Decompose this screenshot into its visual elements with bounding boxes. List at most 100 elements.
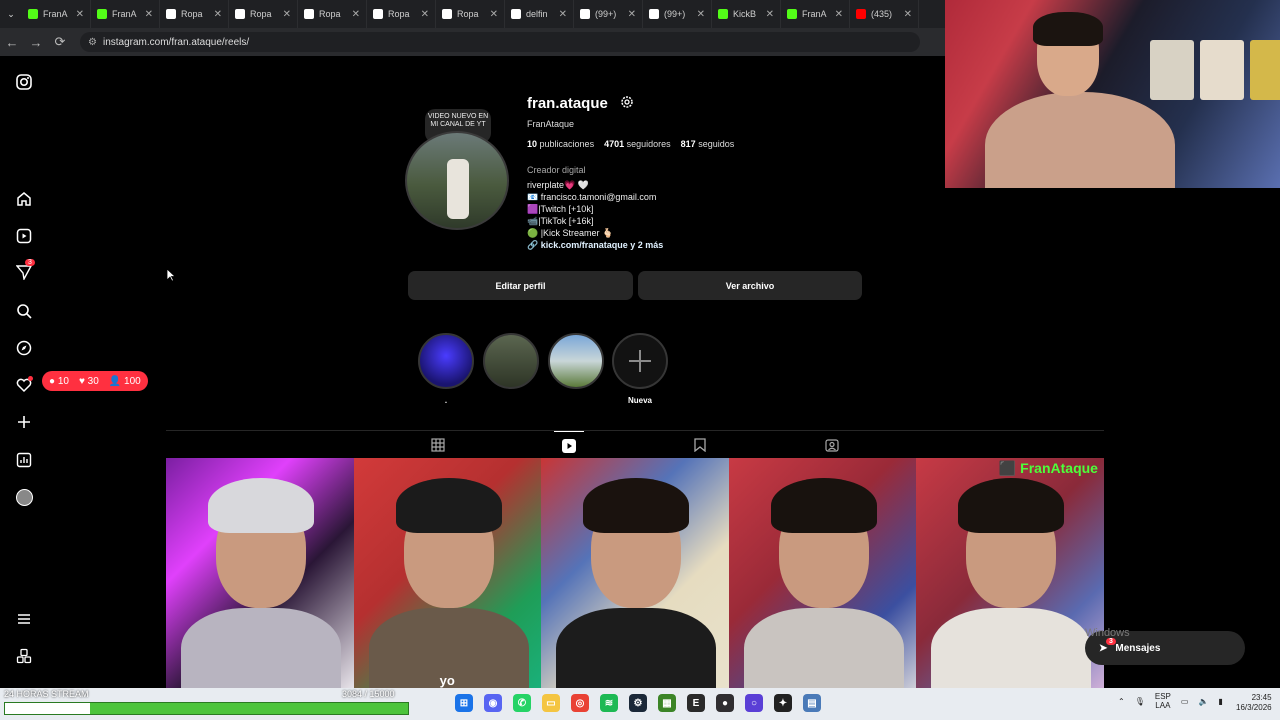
windows-start-icon[interactable]: ⊞ <box>455 694 473 712</box>
browser-tab[interactable]: (99+) ✕ <box>574 0 643 28</box>
search-icon[interactable] <box>14 301 34 321</box>
reel-subject <box>181 608 341 688</box>
browser-tab[interactable]: (99+) ✕ <box>643 0 712 28</box>
spotify-icon[interactable]: ≋ <box>600 694 618 712</box>
close-tab-icon[interactable]: ✕ <box>76 9 84 20</box>
browser-tab[interactable]: Ropa ✕ <box>229 0 298 28</box>
browser-tab[interactable]: KickB ✕ <box>712 0 781 28</box>
browser-tab[interactable]: Ropa ✕ <box>367 0 436 28</box>
close-tab-icon[interactable]: ✕ <box>559 9 567 20</box>
tab-posts[interactable] <box>423 431 453 459</box>
story-highlight[interactable] <box>418 333 474 389</box>
profile-avatar[interactable] <box>405 131 509 230</box>
close-tab-icon[interactable]: ✕ <box>904 9 912 20</box>
reload-button[interactable]: ⟳ <box>48 34 72 50</box>
tray-overflow-icon[interactable]: ⌃ <box>1118 697 1125 706</box>
url-field[interactable]: ⚙ instagram.com/fran.ataque/reels/ <box>80 32 920 52</box>
browser-tab[interactable]: delfin ✕ <box>505 0 574 28</box>
browser-tab[interactable]: Ropa ✕ <box>160 0 229 28</box>
highlight-label: . <box>444 396 448 405</box>
activity-popup[interactable]: ● 10 ♥ 30 👤 100 <box>42 371 148 391</box>
tab-label: FranA <box>112 9 137 19</box>
close-tab-icon[interactable]: ✕ <box>145 9 153 20</box>
instagram-logo-icon[interactable] <box>14 72 34 92</box>
tab-saved[interactable] <box>685 431 715 459</box>
kick-icon <box>718 9 728 19</box>
file-explorer-icon[interactable]: ▭ <box>542 694 560 712</box>
whatsapp-icon[interactable]: ✆ <box>513 694 531 712</box>
language-indicator[interactable]: ESP LAA <box>1155 692 1171 710</box>
system-clock[interactable]: 23:45 16/3/2026 <box>1236 693 1272 713</box>
chrome-icon[interactable]: ◎ <box>571 694 589 712</box>
profile-full-name: FranAtaque <box>527 119 575 129</box>
highlight-label: Nueva <box>627 396 652 405</box>
instagram-sidebar: 3 <box>0 56 48 688</box>
microphone-icon[interactable]: 🎙 <box>1135 697 1145 706</box>
new-highlight-button[interactable] <box>612 333 668 389</box>
followers-stat[interactable]: 4701 seguidores <box>604 139 671 149</box>
stream-progress-bar <box>4 702 409 715</box>
discord-icon[interactable]: ◉ <box>484 694 502 712</box>
clock-time: 23:45 <box>1251 693 1272 702</box>
notifications-heart-icon[interactable] <box>14 375 34 395</box>
calculator-icon[interactable]: ▤ <box>803 694 821 712</box>
tab-search-button[interactable]: ⌄ <box>0 0 22 28</box>
browser-tab[interactable]: FranA ✕ <box>91 0 160 28</box>
more-menu-icon[interactable] <box>14 609 34 629</box>
story-highlight[interactable] <box>548 333 604 389</box>
minecraft-icon[interactable]: ▦ <box>658 694 676 712</box>
reel-thumbnail[interactable] <box>728 458 917 688</box>
close-tab-icon[interactable]: ✕ <box>421 9 429 20</box>
close-tab-icon[interactable]: ✕ <box>490 9 498 20</box>
close-tab-icon[interactable]: ✕ <box>835 9 843 20</box>
browser-tab[interactable]: FranA ✕ <box>781 0 850 28</box>
browser-tab[interactable]: Ropa ✕ <box>436 0 505 28</box>
tab-reels[interactable] <box>554 431 584 459</box>
close-tab-icon[interactable]: ✕ <box>214 9 222 20</box>
reels-icon[interactable] <box>14 226 34 246</box>
story-highlight[interactable] <box>483 333 539 389</box>
create-icon[interactable] <box>14 412 34 432</box>
close-tab-icon[interactable]: ✕ <box>352 9 360 20</box>
bio-link[interactable]: 🔗 kick.com/franataque y 2 más <box>527 239 663 251</box>
obs-icon[interactable]: ● <box>716 694 734 712</box>
app-icon[interactable]: ○ <box>745 694 763 712</box>
also-from-meta-icon[interactable] <box>14 646 34 666</box>
windows-activation-watermark: Windows <box>1085 627 1130 639</box>
close-tab-icon[interactable]: ✕ <box>628 9 636 20</box>
messages-icon[interactable]: 3 <box>14 259 35 282</box>
reel-thumbnail[interactable]: ⬛ FranAtaque <box>916 458 1104 688</box>
app-icon[interactable]: ✦ <box>774 694 792 712</box>
edit-profile-button[interactable]: Editar perfil <box>408 271 633 300</box>
epic-games-icon[interactable]: E <box>687 694 705 712</box>
view-archive-button[interactable]: Ver archivo <box>638 271 862 300</box>
network-icon[interactable]: ▭ <box>1181 697 1189 706</box>
steam-icon[interactable]: ⚙ <box>629 694 647 712</box>
home-icon[interactable] <box>14 189 34 209</box>
site-info-icon[interactable]: ⚙ <box>88 37 97 48</box>
close-tab-icon[interactable]: ✕ <box>283 9 291 20</box>
youtube-icon <box>856 9 866 19</box>
settings-icon[interactable] <box>620 95 634 114</box>
volume-icon[interactable]: 🔈 <box>1198 697 1208 706</box>
browser-tab[interactable]: FranA ✕ <box>22 0 91 28</box>
reel-subject-hair <box>770 478 877 533</box>
close-tab-icon[interactable]: ✕ <box>697 9 705 20</box>
reel-thumbnail[interactable]: yo <box>353 458 542 688</box>
explore-icon[interactable] <box>14 338 34 358</box>
close-tab-icon[interactable]: ✕ <box>766 9 774 20</box>
dashboard-icon[interactable] <box>14 450 34 470</box>
tab-tagged[interactable] <box>817 431 847 459</box>
comment-count: ● 10 <box>49 375 69 387</box>
reel-subject-hair <box>583 478 690 533</box>
following-stat[interactable]: 817 seguidos <box>681 139 735 149</box>
back-button[interactable]: ← <box>0 35 24 50</box>
profile-avatar-icon[interactable] <box>14 487 34 507</box>
reel-thumbnail[interactable] <box>166 458 354 688</box>
browser-tab[interactable]: (435) ✕ <box>850 0 919 28</box>
kick-name-overlay: ⬛ FranAtaque <box>998 460 1098 476</box>
browser-tab[interactable]: Ropa ✕ <box>298 0 367 28</box>
reel-thumbnail[interactable] <box>541 458 729 688</box>
forward-button[interactable]: → <box>24 35 48 50</box>
battery-icon[interactable]: ▮ <box>1218 697 1222 706</box>
